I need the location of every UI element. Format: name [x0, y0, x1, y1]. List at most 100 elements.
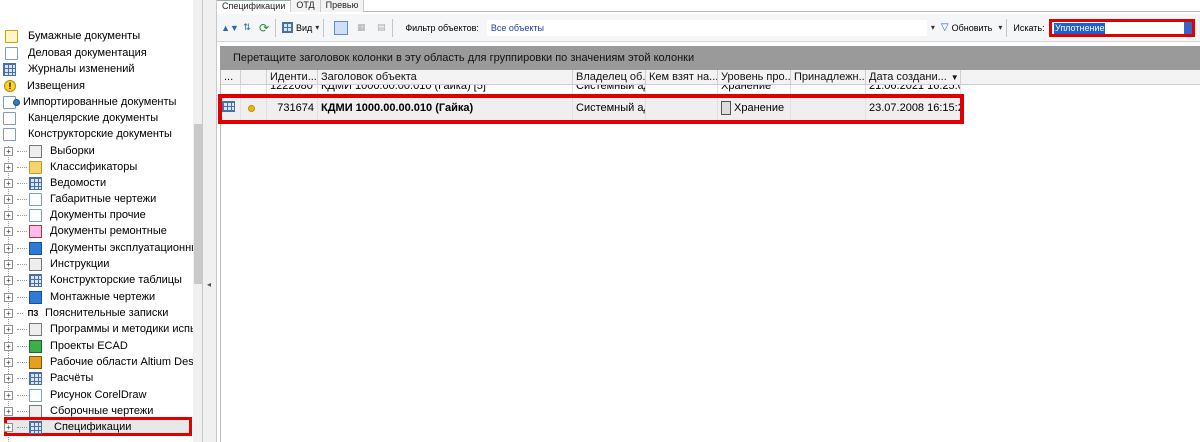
tree-item-selections[interactable]: + Выборки [0, 143, 95, 159]
expand-icon[interactable]: + [4, 357, 13, 367]
filter-refresh-icon: ▽ [940, 22, 949, 33]
filter-label: Фильтр объектов: [405, 22, 479, 33]
expand-icon[interactable]: + [4, 308, 13, 318]
tree-item-statements[interactable]: + Ведомости [0, 175, 106, 191]
tree-item-repair-docs[interactable]: + Документы ремонтные [0, 223, 167, 239]
col-header-level[interactable]: Уровень про... [718, 70, 791, 85]
import-badge-icon [13, 98, 20, 106]
tree-item-mounting-drawings[interactable]: + Монтажные чертежи [0, 289, 155, 305]
list-view-icon[interactable]: ▤ [374, 21, 388, 35]
col-header-belongs[interactable]: Принадлежн... [791, 70, 866, 85]
document-icon [29, 208, 42, 222]
expand-icon[interactable]: + [4, 162, 13, 172]
view-button[interactable]: Вид ▾ [282, 22, 319, 33]
expand-icon[interactable]: + [4, 210, 13, 220]
calc-icon [29, 371, 42, 385]
grid-icon [29, 273, 42, 287]
grid-header: ... Иденти... Заголовок объекта Владелец… [221, 70, 1200, 85]
col-header-id[interactable]: Иденти... [267, 70, 318, 85]
search-value: Уплотнение [1054, 23, 1106, 34]
tree-item-notices[interactable]: ! Извещения [0, 78, 85, 94]
expand-icon[interactable]: + [4, 373, 13, 383]
col-header-taken-by[interactable]: Кем взят на... [646, 70, 718, 85]
expand-icon[interactable]: + [4, 341, 13, 351]
tree-item-paper-docs[interactable]: Бумажные документы [0, 28, 140, 44]
tree-item-classifiers[interactable]: + Классификаторы [0, 159, 137, 175]
expand-icon[interactable]: + [4, 390, 13, 400]
expand-icon[interactable]: + [4, 406, 13, 416]
tree-item-office-docs[interactable]: Канцелярские документы [0, 110, 158, 126]
col-header-menu[interactable]: ... [221, 70, 241, 85]
tree-item-instructions[interactable]: + Инструкции [0, 256, 109, 272]
refresh-button[interactable]: ▽ Обновить ▾ [941, 22, 1002, 33]
expand-icon[interactable]: + [4, 146, 13, 156]
group-by-area[interactable]: Перетащите заголовок колонки в эту облас… [220, 46, 1200, 70]
table-view-icon[interactable] [334, 20, 349, 35]
pz-icon: ПЗ [27, 308, 39, 318]
tree-item-test-programs[interactable]: + Программы и методики испытани [0, 321, 202, 337]
filter-select[interactable]: Все объекты [486, 19, 927, 36]
tree-item-operation-docs[interactable]: + Документы эксплуатационные [0, 240, 202, 256]
view-icon [282, 22, 293, 33]
expand-icon[interactable]: + [4, 422, 13, 432]
col-header-owner[interactable]: Владелец об... [573, 70, 646, 85]
tree-item-calculations[interactable]: + Расчёты [0, 370, 93, 386]
selected-row-highlight [218, 94, 964, 124]
col-header-title[interactable]: Заголовок объекта [318, 70, 573, 85]
ecad-icon [29, 339, 42, 353]
construct-icon [3, 127, 16, 141]
tree-item-altium-workspaces[interactable]: + Рабочие области Altium Designer [0, 354, 202, 370]
tab-preview[interactable]: Превью [320, 0, 365, 12]
expand-icon[interactable]: + [4, 194, 13, 204]
expand-icon[interactable]: + [4, 259, 13, 269]
table-row[interactable]: 1222080 КДМИ 1000.00.00.010 (Гайка) [5] … [221, 85, 1200, 94]
tile-view-icon[interactable]: ▦ [354, 21, 368, 35]
warning-icon: ! [4, 80, 16, 92]
refresh-icon[interactable]: ⟳ [257, 21, 271, 35]
panel-splitter[interactable]: ◂ [203, 0, 217, 442]
search-label: Искать: [1013, 22, 1045, 33]
sort-tree-icon[interactable]: ⇅ [240, 21, 254, 35]
collapse-arrow-icon[interactable]: ◂ [207, 280, 211, 289]
sort-asc-icon[interactable]: ▲▼ [221, 21, 239, 35]
drawing-icon [29, 290, 42, 304]
tree-panel: Бумажные документы Деловая документация … [0, 0, 203, 442]
tab-specifications[interactable]: Спецификации [217, 0, 292, 12]
tree-item-design-tables[interactable]: + Конструкторские таблицы [0, 272, 182, 288]
filter-dropdown-icon[interactable]: ▾ [931, 23, 935, 32]
sort-desc-icon: ▼ [950, 73, 959, 82]
tree-item-business-docs[interactable]: Деловая документация [0, 45, 147, 61]
altium-icon [29, 355, 42, 369]
expand-icon[interactable]: + [4, 243, 13, 253]
document-icon [5, 46, 18, 60]
tree-item-ecad-projects[interactable]: + Проекты ECAD [0, 338, 128, 354]
tree-item-design-docs[interactable]: Конструкторские документы [0, 126, 172, 142]
objects-grid: ... Иденти... Заголовок объекта Владелец… [218, 70, 1200, 442]
tree-item-imported-docs[interactable]: Импортированные документы [0, 94, 176, 110]
expand-icon[interactable]: + [4, 324, 13, 334]
chevron-down-icon: ▾ [998, 23, 1003, 32]
tree-item-specifications[interactable]: + Спецификации [0, 419, 131, 435]
expand-icon[interactable]: + [4, 226, 13, 236]
classifier-icon [29, 160, 42, 174]
tree-item-explanatory-notes[interactable]: + ПЗ Пояснительные записки [0, 305, 168, 321]
expand-icon[interactable]: + [4, 178, 13, 188]
tree-item-change-logs[interactable]: Журналы изменений [0, 61, 135, 77]
drawing-icon [29, 192, 42, 206]
tree-scrollbar-thumb[interactable] [194, 124, 202, 284]
tree-item-dimension-drawings[interactable]: + Габаритные чертежи [0, 191, 156, 207]
tab-otd[interactable]: ОТД [291, 0, 321, 12]
tree-item-coreldraw[interactable]: + Рисунок CorelDraw [0, 387, 147, 403]
search-input[interactable]: Уплотнение [1049, 19, 1195, 37]
col-header-status[interactable] [241, 70, 267, 85]
assembly-icon [29, 404, 42, 418]
col-header-date[interactable]: Дата создани... ▼ [866, 70, 961, 85]
list-icon [29, 176, 42, 190]
grid-icon [3, 62, 16, 76]
instruction-icon [29, 257, 42, 271]
gear-icon [29, 241, 42, 255]
search-dropdown-icon[interactable] [1184, 22, 1192, 34]
tree-item-other-docs[interactable]: + Документы прочие [0, 207, 146, 223]
expand-icon[interactable]: + [4, 292, 13, 302]
expand-icon[interactable]: + [4, 275, 13, 285]
